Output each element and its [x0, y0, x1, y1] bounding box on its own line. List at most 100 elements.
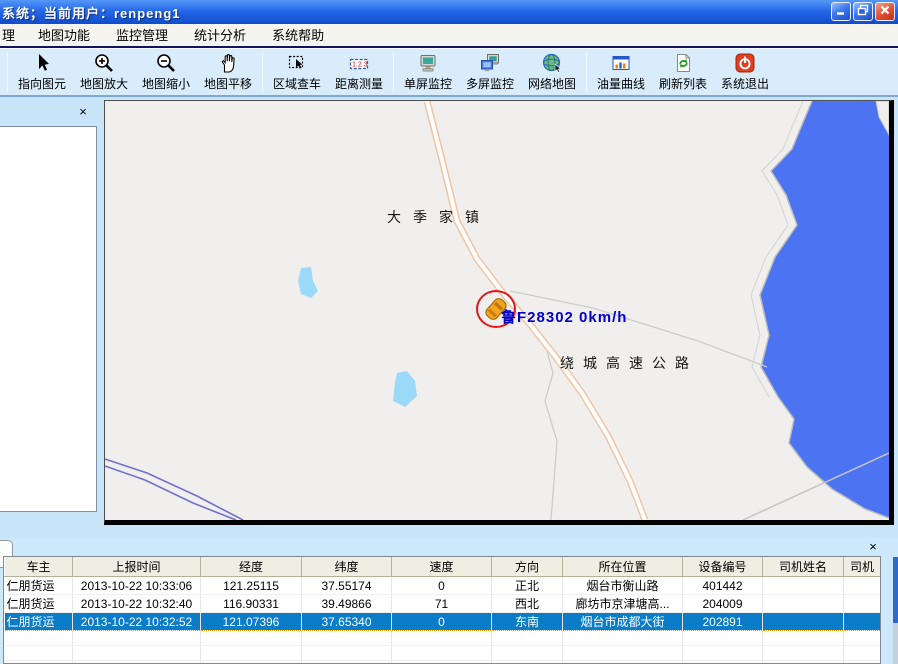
- empty-cell: [844, 661, 881, 664]
- menu-item-help[interactable]: 系统帮助: [259, 23, 337, 48]
- tool-label: 区域查车: [273, 75, 321, 92]
- tool-zoom-out[interactable]: 地图缩小: [135, 49, 197, 95]
- col-owner[interactable]: 车主: [5, 557, 73, 577]
- cell: [844, 595, 881, 613]
- empty-cell: [201, 646, 302, 661]
- cell: [844, 577, 881, 595]
- col-driver-name[interactable]: 司机姓名: [763, 557, 844, 577]
- cell: 东南: [492, 613, 563, 631]
- menu-item-system[interactable]: 理: [0, 23, 25, 48]
- vehicle-plate-speed-label: 鲁F28302 0km/h: [501, 306, 627, 327]
- empty-cell: [492, 661, 563, 664]
- table-scrollbar-track[interactable]: [893, 623, 898, 664]
- svg-text:1.2 3: 1.2 3: [352, 62, 368, 69]
- web-map-globe-icon: [541, 51, 563, 75]
- table-scrollbar[interactable]: [893, 557, 898, 623]
- table-panel-close-button[interactable]: ×: [865, 539, 881, 555]
- empty-cell: [201, 661, 302, 664]
- empty-cell: [5, 646, 73, 661]
- left-panel-close-button[interactable]: ×: [75, 104, 91, 120]
- restore-icon: [857, 3, 869, 21]
- tool-label: 指向图元: [18, 75, 66, 92]
- cell: 401442: [683, 577, 763, 595]
- col-longitude[interactable]: 经度: [201, 557, 302, 577]
- table-header-row: 车主 上报时间 经度 纬度 速度 方向 所在位置 设备编号 司机姓名 司机: [5, 557, 881, 577]
- tool-multi-monitor[interactable]: 多屏监控: [459, 49, 521, 95]
- empty-cell: [302, 661, 392, 664]
- cell: 121.07396: [201, 613, 302, 631]
- tool-web-map[interactable]: 网络地图: [521, 49, 583, 95]
- col-direction[interactable]: 方向: [492, 557, 563, 577]
- cell: [844, 613, 881, 631]
- cell: [763, 577, 844, 595]
- empty-cell: [302, 646, 392, 661]
- col-latitude[interactable]: 纬度: [302, 557, 392, 577]
- close-button[interactable]: [875, 2, 895, 21]
- col-speed[interactable]: 速度: [392, 557, 492, 577]
- toolbar: 指向图元 地图放大 地图缩小 地图平移 区域查车: [0, 48, 898, 97]
- window-controls: [829, 2, 895, 21]
- tool-system-exit[interactable]: 系统退出: [714, 49, 776, 95]
- menu-bar: 理 地图功能 监控管理 统计分析 系统帮助: [0, 24, 898, 48]
- restore-button[interactable]: [853, 2, 873, 21]
- empty-cell: [392, 646, 492, 661]
- empty-cell: [763, 631, 844, 646]
- tool-label: 地图放大: [80, 75, 128, 92]
- col-report-time[interactable]: 上报时间: [73, 557, 201, 577]
- empty-cell: [5, 631, 73, 646]
- empty-cell: [492, 631, 563, 646]
- menu-item-statistics[interactable]: 统计分析: [181, 23, 259, 48]
- menu-item-map-functions[interactable]: 地图功能: [25, 23, 103, 48]
- cell: 仁朋货运: [5, 577, 73, 595]
- cell: 烟台市成都大街: [563, 613, 683, 631]
- table-row-selected[interactable]: 仁朋货运 2013-10-22 10:32:52 121.07396 37.65…: [5, 613, 881, 631]
- cell: 202891: [683, 613, 763, 631]
- tool-single-monitor[interactable]: 单屏监控: [397, 49, 459, 95]
- cell: 2013-10-22 10:32:40: [73, 595, 201, 613]
- empty-cell: [392, 661, 492, 664]
- cell: 廊坊市京津塘高...: [563, 595, 683, 613]
- tool-label: 单屏监控: [404, 75, 452, 92]
- cell: 37.55174: [302, 577, 392, 595]
- tool-region-search[interactable]: 区域查车: [266, 49, 328, 95]
- table-row[interactable]: 仁朋货运 2013-10-22 10:33:06 121.25115 37.55…: [5, 577, 881, 595]
- table-row[interactable]: 仁朋货运 2013-10-22 10:32:40 116.90331 39.49…: [5, 595, 881, 613]
- empty-cell: [5, 661, 73, 664]
- menu-item-monitor-management[interactable]: 监控管理: [103, 23, 181, 48]
- empty-row: [5, 646, 881, 661]
- toolbar-separator: [262, 52, 263, 92]
- empty-cell: [563, 631, 683, 646]
- tool-refresh-list[interactable]: 刷新列表: [652, 49, 714, 95]
- vehicle-list-panel[interactable]: [0, 126, 97, 512]
- tool-distance-measure[interactable]: 1.2 3 距离测量: [328, 49, 390, 95]
- minimize-button[interactable]: [831, 2, 851, 21]
- col-location[interactable]: 所在位置: [563, 557, 683, 577]
- cell: 39.49866: [302, 595, 392, 613]
- multi-monitor-icon: [479, 51, 501, 75]
- col-device-id[interactable]: 设备编号: [683, 557, 763, 577]
- tool-label: 地图平移: [204, 75, 252, 92]
- empty-cell: [763, 646, 844, 661]
- vehicle-table: 车主 上报时间 经度 纬度 速度 方向 所在位置 设备编号 司机姓名 司机 仁朋: [4, 557, 881, 664]
- empty-cell: [201, 631, 302, 646]
- title-bar: 系统；当前用户：renpeng1: [0, 0, 898, 24]
- cell: 116.90331: [201, 595, 302, 613]
- pan-hand-icon: [217, 51, 239, 75]
- empty-cell: [844, 631, 881, 646]
- empty-cell: [683, 646, 763, 661]
- zoom-in-icon: [93, 51, 115, 75]
- cell: 71: [392, 595, 492, 613]
- cell: 2013-10-22 10:33:06: [73, 577, 201, 595]
- tool-fuel-curve[interactable]: 油量曲线: [590, 49, 652, 95]
- col-driver-extra[interactable]: 司机: [844, 557, 881, 577]
- tool-pointer[interactable]: 指向图元: [11, 49, 73, 95]
- empty-row: [5, 631, 881, 646]
- cell: [763, 613, 844, 631]
- empty-cell: [683, 661, 763, 664]
- toolbar-separator: [586, 52, 587, 92]
- tool-label: 刷新列表: [659, 75, 707, 92]
- tool-zoom-in[interactable]: 地图放大: [73, 49, 135, 95]
- empty-cell: [844, 646, 881, 661]
- fuel-chart-icon: [610, 51, 632, 75]
- tool-pan[interactable]: 地图平移: [197, 49, 259, 95]
